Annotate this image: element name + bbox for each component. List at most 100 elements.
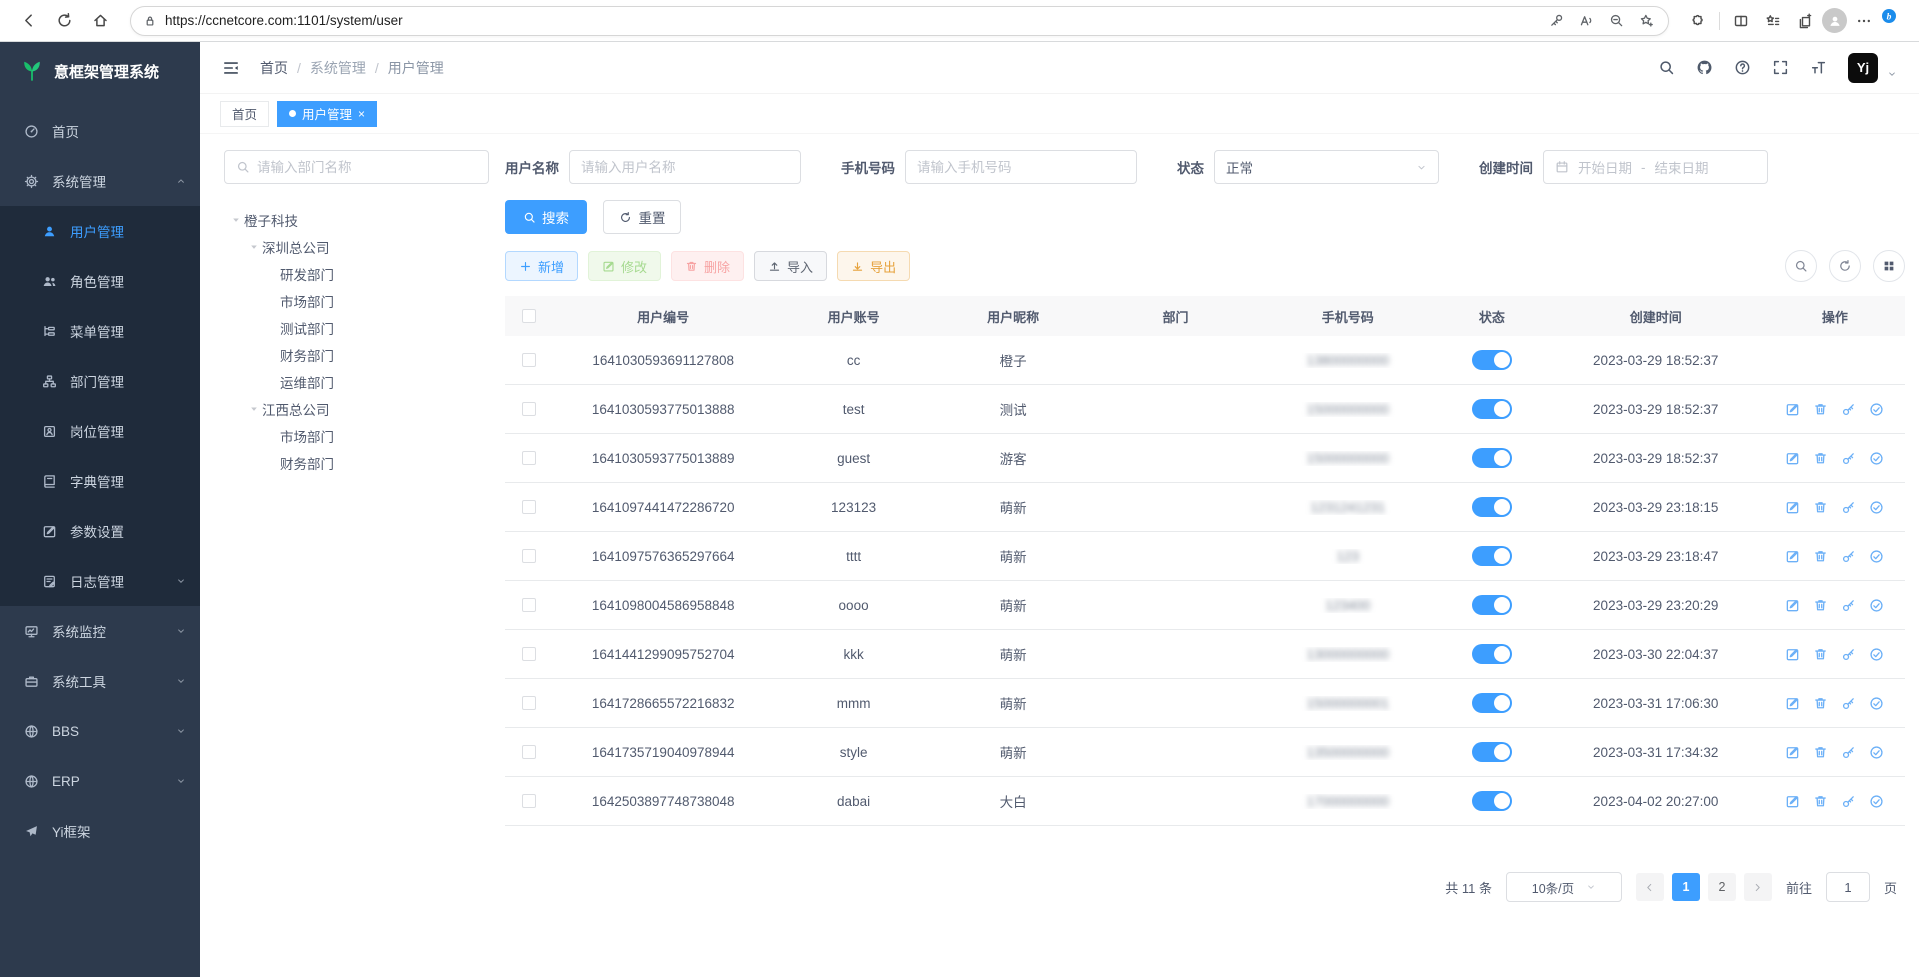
tree-node-label[interactable]: 深圳总公司 xyxy=(262,237,330,257)
tree-node[interactable]: 深圳总公司 xyxy=(224,233,489,260)
status-toggle[interactable] xyxy=(1472,350,1512,370)
reset-button[interactable]: 重置 xyxy=(603,200,681,234)
tree-node-label[interactable]: 研发部门 xyxy=(280,264,334,284)
dept-name-input[interactable] xyxy=(257,160,477,175)
fullscreen-icon[interactable] xyxy=(1772,59,1789,76)
status-toggle[interactable] xyxy=(1472,595,1512,615)
tree-node-label[interactable]: 江西总公司 xyxy=(262,399,330,419)
reset-password-button[interactable] xyxy=(1841,696,1856,711)
sidebar-item-3[interactable]: 角色管理 xyxy=(0,256,200,306)
tree-caret-icon[interactable] xyxy=(246,242,262,252)
delete-user-button[interactable] xyxy=(1813,402,1828,417)
split-screen-icon[interactable] xyxy=(1726,6,1756,36)
username-input[interactable] xyxy=(581,160,789,175)
column-settings-button[interactable] xyxy=(1873,250,1905,282)
copilot-icon[interactable]: b xyxy=(1881,8,1907,34)
delete-user-button[interactable] xyxy=(1813,549,1828,564)
phone-input[interactable] xyxy=(917,160,1125,175)
edit-user-button[interactable] xyxy=(1785,451,1800,466)
back-icon[interactable] xyxy=(12,6,44,36)
page-button-2[interactable]: 2 xyxy=(1708,873,1736,901)
assign-role-button[interactable] xyxy=(1869,696,1884,711)
delete-button[interactable]: 删除 xyxy=(671,251,744,281)
delete-user-button[interactable] xyxy=(1813,451,1828,466)
modify-button[interactable]: 修改 xyxy=(588,251,661,281)
password-key-icon[interactable] xyxy=(1542,6,1570,36)
reset-password-button[interactable] xyxy=(1841,745,1856,760)
assign-role-button[interactable] xyxy=(1869,598,1884,613)
row-checkbox[interactable] xyxy=(522,549,536,563)
sidebar-item-0[interactable]: 首页 xyxy=(0,106,200,156)
show-search-button[interactable] xyxy=(1785,250,1817,282)
dept-search-field[interactable] xyxy=(224,150,489,184)
tree-node[interactable]: 运维部门 xyxy=(224,368,489,395)
sidebar-item-9[interactable]: 日志管理 xyxy=(0,556,200,606)
edit-user-button[interactable] xyxy=(1785,745,1800,760)
lock-icon[interactable] xyxy=(143,14,157,28)
status-toggle[interactable] xyxy=(1472,546,1512,566)
browser-profile-avatar[interactable] xyxy=(1822,8,1847,33)
favorites-bar-icon[interactable] xyxy=(1758,6,1788,36)
tree-node-label[interactable]: 财务部门 xyxy=(280,453,334,473)
tree-node-label[interactable]: 运维部门 xyxy=(280,372,334,392)
breadcrumb-user[interactable]: 用户管理 xyxy=(388,58,444,78)
row-checkbox[interactable] xyxy=(522,794,536,808)
row-checkbox[interactable] xyxy=(522,500,536,514)
sidebar-item-2[interactable]: 用户管理 xyxy=(0,206,200,256)
url-text[interactable]: https://ccnetcore.com:1101/system/user xyxy=(165,13,1542,28)
assign-role-button[interactable] xyxy=(1869,402,1884,417)
date-range-picker[interactable]: 开始日期 - 结束日期 xyxy=(1543,150,1768,184)
extensions-icon[interactable] xyxy=(1683,6,1713,36)
export-button[interactable]: 导出 xyxy=(837,251,910,281)
sidebar-item-11[interactable]: 系统工具 xyxy=(0,656,200,706)
github-icon[interactable] xyxy=(1696,59,1713,76)
sidebar-item-12[interactable]: BBS xyxy=(0,706,200,756)
sidebar-item-8[interactable]: 参数设置 xyxy=(0,506,200,556)
page-size-select[interactable]: 10条/页 xyxy=(1506,872,1622,902)
row-checkbox[interactable] xyxy=(522,745,536,759)
sidebar-item-13[interactable]: ERP xyxy=(0,756,200,806)
tree-node-label[interactable]: 财务部门 xyxy=(280,345,334,365)
phone-field[interactable] xyxy=(905,150,1137,184)
assign-role-button[interactable] xyxy=(1869,647,1884,662)
row-checkbox[interactable] xyxy=(522,647,536,661)
zoom-out-icon[interactable] xyxy=(1602,6,1630,36)
sidebar-item-6[interactable]: 岗位管理 xyxy=(0,406,200,456)
status-toggle[interactable] xyxy=(1472,399,1512,419)
add-button[interactable]: 新增 xyxy=(505,251,578,281)
address-bar[interactable]: https://ccnetcore.com:1101/system/user xyxy=(130,6,1669,36)
import-button[interactable]: 导入 xyxy=(754,251,827,281)
tree-node[interactable]: 财务部门 xyxy=(224,341,489,368)
tree-node[interactable]: 测试部门 xyxy=(224,314,489,341)
edit-user-button[interactable] xyxy=(1785,598,1800,613)
delete-user-button[interactable] xyxy=(1813,696,1828,711)
help-icon[interactable] xyxy=(1734,59,1751,76)
breadcrumb-system[interactable]: 系统管理 xyxy=(310,58,366,78)
edit-user-button[interactable] xyxy=(1785,549,1800,564)
collections-icon[interactable] xyxy=(1790,6,1820,36)
edit-user-button[interactable] xyxy=(1785,402,1800,417)
prev-page-button[interactable] xyxy=(1636,873,1664,901)
username-field[interactable] xyxy=(569,150,801,184)
home-icon[interactable] xyxy=(84,6,116,36)
row-checkbox[interactable] xyxy=(522,696,536,710)
sidebar-item-1[interactable]: 系统管理 xyxy=(0,156,200,206)
chevron-down-icon[interactable] xyxy=(1887,69,1897,79)
page-button-1[interactable]: 1 xyxy=(1672,873,1700,901)
sidebar-item-7[interactable]: 字典管理 xyxy=(0,456,200,506)
edit-user-button[interactable] xyxy=(1785,500,1800,515)
next-page-button[interactable] xyxy=(1744,873,1772,901)
tree-node[interactable]: 江西总公司 xyxy=(224,395,489,422)
refresh-icon[interactable] xyxy=(48,6,80,36)
goto-page-input[interactable] xyxy=(1826,872,1870,902)
tree-node-label[interactable]: 市场部门 xyxy=(280,426,334,446)
delete-user-button[interactable] xyxy=(1813,745,1828,760)
row-checkbox[interactable] xyxy=(522,353,536,367)
reset-password-button[interactable] xyxy=(1841,549,1856,564)
status-toggle[interactable] xyxy=(1472,693,1512,713)
delete-user-button[interactable] xyxy=(1813,794,1828,809)
tree-node[interactable]: 橙子科技 xyxy=(224,206,489,233)
status-toggle[interactable] xyxy=(1472,644,1512,664)
status-toggle[interactable] xyxy=(1472,448,1512,468)
tree-caret-icon[interactable] xyxy=(246,404,262,414)
